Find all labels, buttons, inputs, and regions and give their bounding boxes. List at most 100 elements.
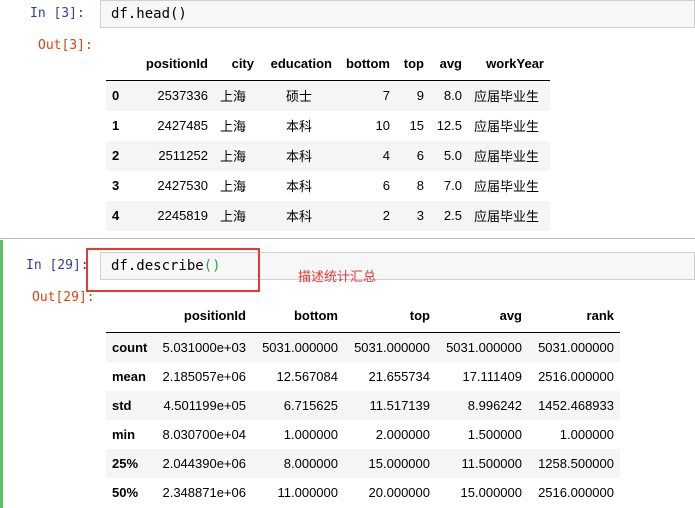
table-cell: 17.111409 <box>462 368 522 384</box>
row-index: 2 <box>112 148 120 163</box>
table-row: 50% 2.348871e+06 11.000000 20.000000 15.0000… <box>106 478 620 507</box>
table-cell: 8.996242 <box>467 397 522 413</box>
table-cell: 4.501199e+05 <box>163 397 246 413</box>
column-header: rank <box>528 298 620 333</box>
table-cell: 11.517139 <box>369 397 431 413</box>
table-cell: 1.000000 <box>559 426 614 442</box>
table-row: min 8.030700e+04 1.000000 2.000000 1.500000 1… <box>106 420 620 449</box>
column-header: bottom <box>252 298 344 333</box>
table-row: std 4.501199e+05 6.715625 11.517139 8.996242… <box>106 390 620 420</box>
table-row: 4 2245819 上海 本科 2 3 2.5 应届毕业生 <box>106 200 550 231</box>
table-cell: 10 <box>375 118 390 133</box>
cell2-out-prompt: Out[29]: <box>32 290 95 305</box>
head-dataframe-table: positionId city education bottom top avg workY… <box>106 46 550 231</box>
column-header: workYear <box>468 46 550 81</box>
table-cell: 15.000000 <box>368 455 430 471</box>
table-row: 1 2427485 上海 本科 10 15 12.5 应届毕业生 <box>106 111 550 141</box>
table-cell: 5031.000000 <box>354 339 430 355</box>
column-header: avg <box>430 46 468 81</box>
table-cell: 2.5 <box>443 208 462 223</box>
cell1-out-prompt: Out[3]: <box>38 38 93 53</box>
table-cell: 应届毕业生 <box>474 179 540 194</box>
table-cell: 4 <box>382 148 390 163</box>
table-cell: 11.000000 <box>277 484 339 500</box>
table-cell: 6 <box>382 178 390 193</box>
cell1-code-editor[interactable]: df.head() <box>100 0 695 28</box>
column-header: top <box>396 46 430 81</box>
table-cell: 1452.468933 <box>538 397 614 413</box>
table-cell: 7.0 <box>443 178 462 193</box>
table-cell: 1258.500000 <box>538 455 614 471</box>
table-cell: 5031.000000 <box>262 339 338 355</box>
table-cell: 12.5 <box>436 118 462 133</box>
table-cell: 应届毕业生 <box>474 149 540 164</box>
table-cell: 2.000000 <box>375 426 430 442</box>
table-cell: 1.500000 <box>467 426 522 442</box>
table-cell: 12.567084 <box>276 368 338 384</box>
table-cell: 本科 <box>285 119 312 134</box>
column-header: city <box>214 46 260 81</box>
table-cell: 上海 <box>220 89 247 105</box>
column-header: top <box>344 298 436 333</box>
table-cell: 2.044390e+06 <box>162 455 246 471</box>
row-index: 1 <box>112 118 120 133</box>
column-header: education <box>260 46 338 81</box>
table-row: 0 2537336 上海 硕士 7 9 8.0 应届毕业生 <box>106 80 550 111</box>
table-row: count 5.031000e+03 5031.000000 5031.000000 5… <box>106 332 620 362</box>
table-cell: 2427530 <box>157 178 208 193</box>
table-cell: 2 <box>382 208 390 223</box>
table-cell: 硕士 <box>285 89 312 105</box>
table-cell: 8.000000 <box>283 455 338 471</box>
table-cell: 2537336 <box>157 88 208 104</box>
table-cell: 本科 <box>285 179 312 194</box>
table-cell: 15.000000 <box>460 484 522 500</box>
table-row: 25% 2.044390e+06 8.000000 15.000000 11.50000… <box>106 448 620 478</box>
table-cell: 7 <box>382 88 390 104</box>
table-cell: 上海 <box>220 149 247 164</box>
table-cell: 应届毕业生 <box>474 119 540 134</box>
column-header <box>106 46 132 81</box>
table-cell: 本科 <box>285 149 312 164</box>
annotation-label: 描述统计汇总 <box>298 270 377 285</box>
table-cell: 8.0 <box>443 88 462 104</box>
table-cell: 2245819 <box>157 208 208 223</box>
table-cell: 上海 <box>220 179 247 194</box>
table-cell: 6 <box>416 148 424 163</box>
table-cell: 3 <box>416 208 424 223</box>
table-row: mean 2.185057e+06 12.567084 21.655734 17.111… <box>106 362 620 391</box>
table-cell: 20.000000 <box>368 484 430 500</box>
row-index: 50% <box>112 484 139 500</box>
row-index: min <box>112 426 136 442</box>
table-cell: 15 <box>409 118 424 133</box>
row-index: count <box>112 339 148 355</box>
cell-divider <box>0 238 695 239</box>
table-cell: 2.185057e+06 <box>162 368 246 384</box>
row-index: 4 <box>112 208 120 223</box>
column-header: bottom <box>338 46 396 81</box>
table-cell: 上海 <box>220 209 247 224</box>
table-cell: 应届毕业生 <box>474 89 540 105</box>
table-cell: 5.0 <box>443 148 462 163</box>
table-cell: 8.030700e+04 <box>162 426 246 442</box>
table-cell: 11.500000 <box>461 455 523 471</box>
column-header: positionId <box>154 298 252 333</box>
table-cell: 5031.000000 <box>446 339 522 355</box>
cell1-in-prompt: In [3]: <box>30 6 85 21</box>
code-highlight-box <box>86 248 260 292</box>
table-cell: 2511252 <box>158 148 208 163</box>
table-row: 2 2511252 上海 本科 4 6 5.0 应届毕业生 <box>106 140 550 171</box>
describe-dataframe-table: positionId bottom top avg rank count 5.031000… <box>106 298 620 507</box>
table-cell: 8 <box>416 178 424 193</box>
table-cell: 6.715625 <box>283 397 338 413</box>
row-index: 25% <box>112 455 139 471</box>
table-cell: 2516.000000 <box>538 368 614 384</box>
table-cell: 5031.000000 <box>538 339 614 355</box>
row-index: 0 <box>112 88 120 104</box>
table-cell: 21.655734 <box>368 368 430 384</box>
table-cell: 上海 <box>220 119 247 134</box>
column-header: avg <box>436 298 528 333</box>
cell2-selection-bar <box>0 240 3 508</box>
table-cell: 9 <box>416 88 424 104</box>
row-index: mean <box>112 368 146 384</box>
row-index: 3 <box>112 178 120 193</box>
